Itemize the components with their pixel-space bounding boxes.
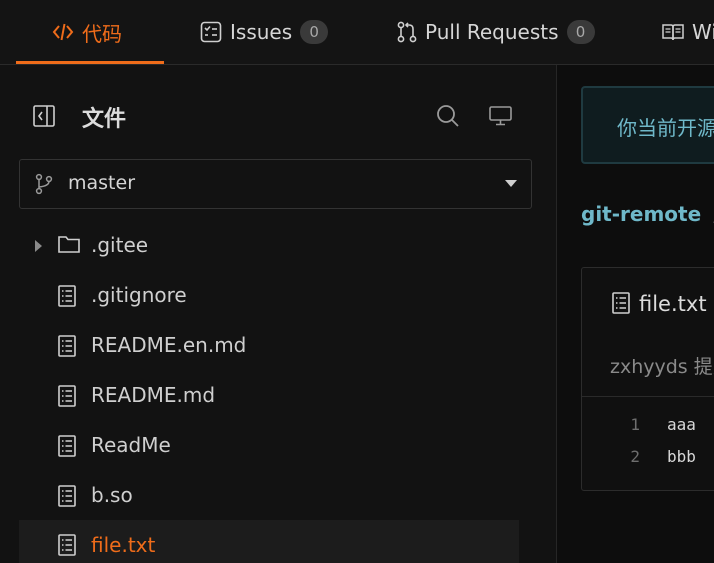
open-source-notice: 你当前开源 (581, 86, 714, 164)
book-icon (662, 23, 684, 41)
tab-wiki-label: Wiki (692, 20, 714, 44)
tree-item-gitignore[interactable]: .gitignore (19, 273, 519, 319)
tree-item-gitee[interactable]: .gitee (19, 223, 519, 269)
code-line: 2 bbb (582, 447, 714, 477)
pull-requests-count-badge: 0 (566, 20, 595, 44)
file-text-icon (58, 534, 76, 560)
tree-item-b-so[interactable]: b.so (19, 473, 519, 519)
tab-wiki[interactable]: Wiki (662, 0, 714, 64)
issues-count-badge: 0 (300, 20, 329, 44)
tree-item-label: file.txt (91, 533, 156, 557)
tree-item-file-txt[interactable]: file.txt (19, 520, 519, 563)
collapse-sidebar-icon[interactable] (33, 105, 55, 131)
code-icon (52, 21, 74, 43)
tree-item-label: .gitee (91, 233, 149, 257)
commit-info: zxhyyds 提交 (610, 356, 714, 378)
code-line: 1 aaa (582, 415, 714, 445)
file-sidebar: 文件 master .gitee .gitignore README.en.md… (0, 65, 557, 563)
file-text-icon (58, 485, 76, 511)
tree-item-label: b.so (91, 483, 133, 507)
tree-item-label: README.md (91, 383, 216, 407)
folder-icon (58, 235, 80, 257)
file-text-icon (58, 435, 76, 461)
pull-request-icon (397, 21, 417, 43)
tab-pull-requests-label: Pull Requests (425, 20, 559, 44)
file-text-icon (58, 385, 76, 411)
line-number[interactable]: 2 (602, 447, 640, 466)
tab-issues[interactable]: Issues 0 (200, 0, 329, 64)
branch-icon (35, 173, 53, 199)
tab-pull-requests[interactable]: Pull Requests 0 (397, 0, 595, 64)
tree-item-label: .gitignore (91, 283, 187, 307)
file-text-icon (58, 335, 76, 361)
line-content: bbb (667, 447, 696, 466)
tree-item-readme-en-md[interactable]: README.en.md (19, 323, 519, 369)
breadcrumb-repo-link[interactable]: git-remote (581, 202, 701, 226)
notice-text: 你当前开源 (617, 116, 714, 140)
chevron-down-icon (505, 180, 517, 187)
chevron-right-icon (35, 240, 42, 252)
branch-selector[interactable]: master (19, 159, 532, 209)
tree-item-readme[interactable]: ReadMe (19, 423, 519, 469)
file-viewer-card: file.txt zxhyyds 提交 1 aaa 2 bbb (581, 267, 714, 491)
file-name: file.txt (639, 292, 707, 316)
page: 代码 Issues 0 Pull Requests 0 W 文件 master … (0, 0, 714, 563)
branch-name: master (68, 172, 136, 194)
code-view: 1 aaa 2 bbb (582, 396, 714, 491)
tree-item-label: ReadMe (91, 433, 171, 457)
issues-icon (200, 21, 222, 43)
file-text-icon (612, 292, 630, 318)
line-content: aaa (667, 415, 696, 434)
tab-code[interactable]: 代码 (52, 0, 122, 64)
sidebar-title: 文件 (82, 107, 127, 132)
tab-issues-label: Issues (230, 20, 293, 44)
breadcrumb: git-remote / (581, 202, 714, 226)
file-text-icon (58, 285, 76, 311)
active-tab-indicator (16, 61, 164, 64)
tab-code-label: 代码 (82, 21, 122, 46)
repo-tab-bar: 代码 Issues 0 Pull Requests 0 W (0, 0, 714, 65)
tree-item-label: README.en.md (91, 333, 247, 357)
line-number[interactable]: 1 (602, 415, 640, 434)
monitor-icon[interactable] (489, 106, 512, 130)
search-icon[interactable] (436, 104, 460, 132)
tree-item-readme-md[interactable]: README.md (19, 373, 519, 419)
